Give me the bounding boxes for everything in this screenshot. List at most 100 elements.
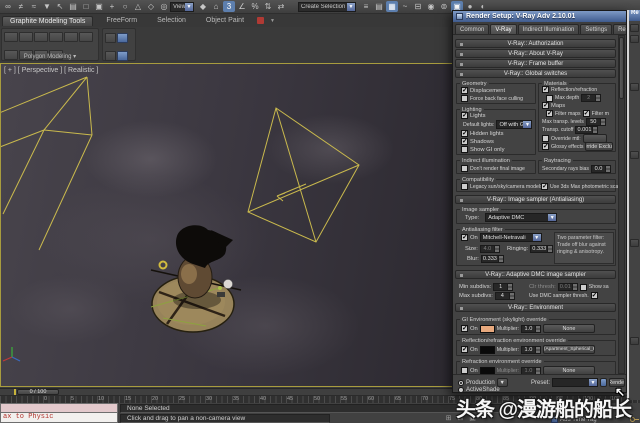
blur-spinner[interactable]: 0.333 [481, 255, 504, 263]
activeshade-radio[interactable] [458, 387, 464, 392]
ringing-spinner[interactable]: 0.333 [530, 245, 553, 253]
refr-env-map-button[interactable]: None [543, 366, 595, 374]
select-and-place-icon[interactable]: ◇ [145, 1, 157, 12]
select-and-link-icon[interactable]: ∞ [2, 1, 14, 12]
gi-env-map-button[interactable]: None [543, 324, 595, 333]
max-depth-checkbox[interactable] [546, 95, 553, 102]
gi-env-multiplier-spinner[interactable]: 1.0 [521, 325, 541, 333]
shadows-checkbox[interactable] [461, 138, 468, 145]
refr-env-multiplier-spinner[interactable]: 1.0 [521, 367, 541, 375]
select-and-scale-icon[interactable]: △ [132, 1, 144, 12]
schematic-view-icon[interactable]: ⊟ [412, 1, 424, 12]
show-samples-checkbox[interactable] [580, 284, 587, 291]
refl-env-color-swatch[interactable] [480, 346, 495, 354]
gi-env-color-swatch[interactable] [480, 325, 495, 333]
photometric-scale-checkbox[interactable] [541, 183, 548, 190]
select-and-rotate-icon[interactable]: ○ [119, 1, 131, 12]
reflection-refraction-checkbox[interactable] [542, 86, 549, 93]
background-dialog-sliver[interactable]: Re [627, 10, 640, 400]
angle-snap-icon[interactable]: ∠ [236, 1, 248, 12]
align-icon[interactable]: ≡ [360, 1, 372, 12]
snaps-toggle-icon[interactable]: 3 [223, 1, 235, 12]
render-setup-icon[interactable]: ⊚ [438, 1, 450, 12]
macro-recorder-pane[interactable] [0, 403, 118, 413]
maxscript-listener-pane[interactable]: ax to Physic [0, 413, 118, 423]
coordinate-system-dropdown[interactable]: View▼ [170, 2, 194, 12]
glossy-effects-checkbox[interactable] [542, 143, 549, 150]
material-editor-icon[interactable]: ◉ [425, 1, 437, 12]
glossy-override-button[interactable]: Override Exclude... [585, 142, 613, 151]
aa-filter-dropdown[interactable]: Mitchell-Netravali▼ [480, 233, 542, 242]
ribbon-button[interactable] [79, 32, 93, 42]
window-crossing-icon[interactable]: ▣ [93, 1, 105, 12]
rollout-authorization[interactable]: V-Ray:: Authorization [455, 39, 616, 48]
dont-render-final-checkbox[interactable] [461, 165, 468, 172]
refl-env-map-button[interactable]: Map #10(Apartment_Spherical_HiRes.hd [543, 345, 595, 354]
select-and-move-icon[interactable]: + [106, 1, 118, 12]
ribbon-overflow-icon[interactable] [257, 17, 264, 24]
displacement-checkbox[interactable] [461, 87, 468, 94]
use-dmc-thresh-checkbox[interactable] [591, 292, 598, 299]
clr-thresh-spinner[interactable]: 0.01 [558, 283, 578, 291]
chevron-down-icon[interactable]: ▼ [347, 3, 355, 11]
preset-save-icon[interactable] [600, 378, 607, 387]
min-subdivs-spinner[interactable]: 1 [493, 283, 513, 291]
dialog-title-bar[interactable]: Render Setup: V-Ray Adv 2.10.01 [453, 11, 626, 22]
max-subdivs-spinner[interactable]: 4 [495, 292, 515, 300]
sampler-type-dropdown[interactable]: Adaptive DMC▼ [485, 213, 557, 222]
rollout-adaptive-dmc[interactable]: V-Ray:: Adaptive DMC image sampler [455, 270, 616, 279]
graphite-toggle-icon[interactable]: ▦ [386, 1, 398, 12]
chevron-down-icon[interactable]: ▼ [270, 18, 275, 24]
ribbon-button-active[interactable] [117, 51, 128, 61]
refl-env-on-checkbox[interactable] [461, 346, 468, 353]
named-selection-set-dropdown[interactable]: Create Selection Se▼ [298, 2, 356, 12]
select-by-name-icon[interactable]: ▤ [67, 1, 79, 12]
ribbon-button[interactable] [105, 33, 116, 43]
select-and-manipulate-icon[interactable]: ◆ [197, 1, 209, 12]
time-slider-grip[interactable]: 0 / 100 [17, 389, 59, 395]
rollout-image-sampler[interactable]: V-Ray:: Image sampler (Antialiasing) [455, 195, 616, 204]
ribbon-button-active[interactable] [117, 33, 128, 43]
refr-env-on-checkbox[interactable] [461, 367, 468, 374]
ribbon-button[interactable] [34, 32, 48, 42]
pivot-center-icon[interactable]: ◎ [158, 1, 170, 12]
viewport-label[interactable]: [ + ] [ Perspective ] [ Realistic ] [4, 67, 98, 74]
bind-to-spacewarp-icon[interactable]: ≈ [28, 1, 40, 12]
rollout-global-switches[interactable]: V-Ray:: Global switches [455, 69, 616, 78]
percent-snap-icon[interactable]: % [249, 1, 261, 12]
spinner-snap-icon[interactable]: ⇅ [262, 1, 274, 12]
select-object-icon[interactable]: ↖ [54, 1, 66, 12]
maps-checkbox[interactable] [542, 102, 549, 109]
scrollbar-thumb[interactable] [619, 37, 624, 99]
rollout-frame-buffer[interactable]: V-Ray:: Frame buffer [455, 59, 616, 68]
hidden-lights-checkbox[interactable] [461, 130, 468, 137]
rollout-about-vray[interactable]: V-Ray:: About V-Ray [455, 49, 616, 58]
refr-env-color-swatch[interactable] [480, 367, 495, 375]
transp-cutoff-spinner[interactable]: 0.001 [575, 126, 598, 134]
preset-dropdown[interactable]: ▼ [552, 378, 598, 387]
production-radio[interactable] [458, 380, 464, 386]
gi-env-on-checkbox[interactable] [461, 325, 468, 332]
secondary-rays-bias-spinner[interactable]: 0.0 [591, 165, 611, 173]
max-depth-spinner[interactable]: 2 [581, 94, 601, 102]
override-mtl-checkbox[interactable] [542, 135, 549, 142]
ribbon-button[interactable] [49, 32, 63, 42]
force-back-face-culling-checkbox[interactable] [461, 95, 468, 102]
unlink-selection-icon[interactable]: ≠ [15, 1, 27, 12]
ribbon-button[interactable] [105, 51, 116, 61]
aa-filter-on-checkbox[interactable] [461, 234, 468, 241]
lights-checkbox[interactable] [461, 112, 468, 119]
filter-size-spinner[interactable]: 4.0 [480, 245, 500, 253]
default-lights-dropdown[interactable]: Off with GI▼ [496, 120, 532, 129]
selection-filter-icon[interactable]: ▼ [41, 1, 53, 12]
keyboard-override-icon[interactable]: ⌂ [210, 1, 222, 12]
max-transp-levels-spinner[interactable]: 50 [586, 118, 606, 126]
show-gi-only-checkbox[interactable] [461, 146, 468, 153]
polygon-modeling-label[interactable]: Polygon Modeling ▾ [2, 53, 98, 60]
dialog-scrollbar[interactable] [618, 35, 625, 374]
ribbon-button[interactable] [19, 32, 33, 42]
ribbon-button[interactable] [64, 32, 78, 42]
render-target-button[interactable]: ▼ [497, 378, 508, 387]
filter-maps-gi-checkbox[interactable] [583, 110, 590, 117]
chevron-down-icon[interactable]: ▼ [185, 3, 193, 11]
